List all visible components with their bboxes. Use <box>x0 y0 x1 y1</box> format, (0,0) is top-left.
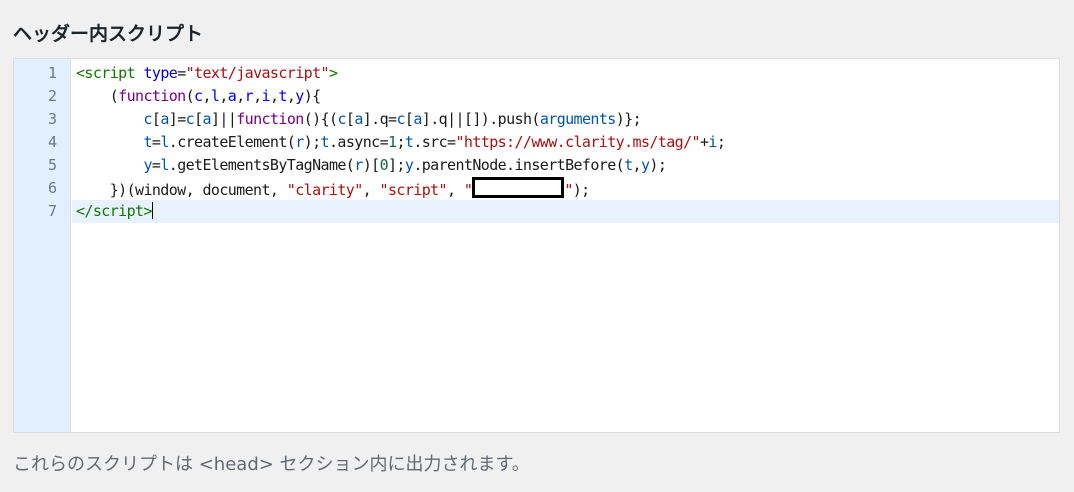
code-token: "https://www.clarity.ms/tag/" <box>455 133 700 151</box>
code-token: t <box>143 133 152 151</box>
code-token: </script <box>76 202 144 220</box>
code-token: , <box>362 181 380 199</box>
code-token: a <box>354 110 363 128</box>
code-token: > <box>328 64 338 82</box>
code-token: .src= <box>413 133 456 151</box>
line-number-gutter: 1 2 3 4 5 6 7 <box>14 59 71 432</box>
code-token: c <box>337 110 346 128</box>
section-title: ヘッダー内スクリプト <box>13 23 204 45</box>
code-token: a <box>413 110 422 128</box>
code-token: function <box>118 87 186 105</box>
code-token: t <box>278 87 287 105</box>
code-token: ].q= <box>362 110 397 128</box>
code-line[interactable]: (function(c,l,a,r,i,t,y){ <box>76 85 321 108</box>
code-token: ); <box>303 133 321 151</box>
code-token: r <box>244 87 254 105</box>
code-token: ]= <box>168 110 186 128</box>
code-token: "text/javascript" <box>185 64 330 82</box>
code-token: .parentNode.insertBefore( <box>413 156 625 174</box>
code-token: <script <box>76 64 136 82</box>
active-line-highlight <box>72 200 1059 223</box>
code-token: )}; <box>615 110 642 128</box>
code-token: "script" <box>379 181 448 199</box>
code-token: a <box>202 110 212 128</box>
code-token: .async= <box>328 133 389 151</box>
text-cursor <box>151 202 153 219</box>
code-token: , <box>253 87 262 105</box>
code-token: ( <box>185 87 195 105</box>
line-number: 3 <box>47 110 57 128</box>
code-token: ; <box>396 133 405 151</box>
code-token: a <box>160 110 169 128</box>
code-token: " <box>564 181 573 199</box>
code-token: .getElementsByTagName( <box>168 156 355 174</box>
code-token: , <box>447 181 464 199</box>
line-number: 5 <box>47 156 57 174</box>
code-token: ( <box>76 87 119 105</box>
code-token: i <box>261 87 271 105</box>
code-line[interactable]: t=l.createElement(r);t.async=1;t.src="ht… <box>76 131 725 154</box>
code-token: l <box>160 156 169 174</box>
code-token: l <box>160 133 169 151</box>
code-token: ); <box>572 181 590 199</box>
code-token: function <box>236 110 304 128</box>
code-token: c <box>396 110 405 128</box>
code-token: a <box>227 87 237 105</box>
code-token: = <box>177 64 186 82</box>
code-token: c <box>143 110 152 128</box>
code-line[interactable]: c[a]=c[a]||function(){(c[a].q=c[a].q||[]… <box>76 108 641 131</box>
code-token: ; <box>716 133 726 151</box>
code-area[interactable]: <script type="text/javascript"> (functio… <box>72 59 1059 432</box>
code-line[interactable]: y=l.getElementsByTagName(r)[0];y.parentN… <box>76 154 666 177</box>
code-line[interactable]: <script type="text/javascript"> <box>76 62 338 85</box>
code-token: y <box>143 156 152 174</box>
code-token: 0 <box>379 156 389 174</box>
code-token: .createElement( <box>168 133 296 151</box>
code-token: c <box>185 110 195 128</box>
code-token: y <box>295 87 304 105</box>
code-token: , <box>632 156 642 174</box>
code-token: r <box>295 133 304 151</box>
code-token: type <box>143 64 178 82</box>
redacted-tracking-id <box>472 177 565 198</box>
code-token: ]; <box>388 156 405 174</box>
help-text: これらのスクリプトは <head> セクション内に出力されます。 <box>13 454 530 475</box>
code-line[interactable]: })(window, document, "clarity", "script"… <box>76 177 590 200</box>
code-token: arguments <box>539 110 616 128</box>
code-token: , <box>202 87 211 105</box>
code-token: t <box>320 133 330 151</box>
line-number: 2 <box>47 87 57 105</box>
code-token: " <box>463 181 473 199</box>
code-token: ){ <box>303 87 321 105</box>
code-token: ].q||[]).push( <box>421 110 541 128</box>
line-number: 1 <box>47 64 57 82</box>
code-token: > <box>143 202 152 220</box>
line-number: 7 <box>47 202 57 220</box>
code-token: , <box>219 87 228 105</box>
code-token: t <box>624 156 633 174</box>
code-token: i <box>708 133 717 151</box>
code-token: , <box>236 87 245 105</box>
line-number: 4 <box>47 133 57 151</box>
code-token: })(window, document, <box>76 181 287 199</box>
code-token: (){( <box>303 110 338 128</box>
code-token: ); <box>649 156 667 174</box>
code-token: )[ <box>362 156 380 174</box>
code-token: "clarity" <box>286 181 363 199</box>
code-token: [ <box>194 110 203 128</box>
code-editor[interactable]: 1234567 <script type="text/javascript"> … <box>13 58 1060 433</box>
code-token: r <box>354 156 363 174</box>
code-token: ]|| <box>210 110 237 128</box>
code-line[interactable]: </script> <box>76 200 153 223</box>
line-number: 6 <box>47 179 57 197</box>
